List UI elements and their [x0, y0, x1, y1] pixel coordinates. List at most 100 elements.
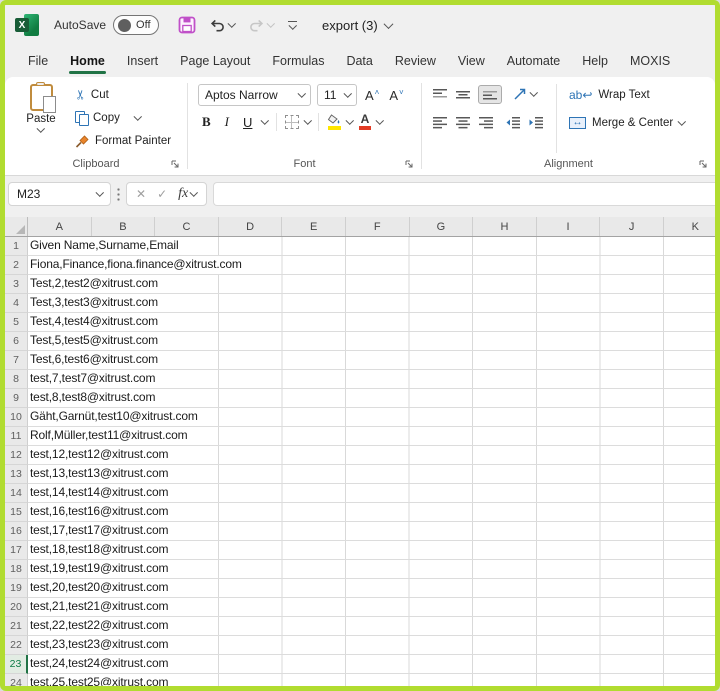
sheet-row-9[interactable]: 9test,8,test8@xitrust.com — [5, 389, 715, 408]
clipboard-dialog-launcher[interactable] — [170, 159, 180, 169]
font-dialog-launcher[interactable] — [404, 159, 414, 169]
tab-view[interactable]: View — [447, 45, 496, 77]
decrease-font-size-button[interactable]: A˅ — [387, 88, 405, 103]
column-header-e[interactable]: E — [282, 217, 346, 236]
row-cells[interactable]: test,20,test20@xitrust.com — [28, 579, 715, 598]
autosave-toggle[interactable]: Off — [113, 15, 159, 35]
tab-page-layout[interactable]: Page Layout — [169, 45, 261, 77]
tab-data[interactable]: Data — [335, 45, 383, 77]
row-cells[interactable]: test,19,test19@xitrust.com — [28, 560, 715, 579]
tab-home[interactable]: Home — [59, 45, 116, 77]
alignment-dialog-launcher[interactable] — [698, 159, 708, 169]
row-cells[interactable]: Gäht,Garnüt,test10@xitrust.com — [28, 408, 715, 427]
row-header-22[interactable]: 22 — [5, 636, 28, 655]
row-header-2[interactable]: 2 — [5, 256, 28, 275]
wrap-text-button[interactable]: ab↩ Wrap Text — [569, 85, 685, 105]
sheet-row-2[interactable]: 2Fiona,Finance,fiona.finance@xitrust.com — [5, 256, 715, 275]
sheet-row-14[interactable]: 14test,14,test14@xitrust.com — [5, 484, 715, 503]
orientation-button[interactable] — [513, 88, 537, 101]
increase-indent-icon[interactable] — [528, 116, 544, 129]
row-cells[interactable]: Test,2,test2@xitrust.com — [28, 275, 715, 294]
align-center-icon[interactable] — [455, 116, 471, 129]
row-header-23-highlighted[interactable]: 23 — [5, 655, 28, 674]
row-header-16[interactable]: 16 — [5, 522, 28, 541]
sheet-row-22[interactable]: 22test,23,test23@xitrust.com — [5, 636, 715, 655]
row-cells[interactable]: test,17,test17@xitrust.com — [28, 522, 715, 541]
cancel-icon[interactable]: ✕ — [136, 187, 146, 201]
formula-bar-grip[interactable] — [117, 187, 120, 201]
row-cells[interactable]: test,22,test22@xitrust.com — [28, 617, 715, 636]
row-cells[interactable]: Test,3,test3@xitrust.com — [28, 294, 715, 313]
sheet-row-1[interactable]: 1Given Name,Surname,Email — [5, 237, 715, 256]
bold-button[interactable]: B — [198, 114, 215, 130]
fill-color-button[interactable] — [327, 114, 341, 130]
row-header-8[interactable]: 8 — [5, 370, 28, 389]
row-header-13[interactable]: 13 — [5, 465, 28, 484]
row-cells[interactable]: test,21,test21@xitrust.com — [28, 598, 715, 617]
undo-chevron-icon[interactable] — [228, 20, 236, 28]
row-header-7[interactable]: 7 — [5, 351, 28, 370]
row-header-10[interactable]: 10 — [5, 408, 28, 427]
row-cells[interactable]: test,24,test24@xitrust.com — [28, 655, 715, 674]
row-header-14[interactable]: 14 — [5, 484, 28, 503]
cut-button[interactable]: ✂ Cut — [75, 85, 171, 104]
column-header-c[interactable]: C — [155, 217, 219, 236]
row-header-3[interactable]: 3 — [5, 275, 28, 294]
sheet-row-13[interactable]: 13test,13,test13@xitrust.com — [5, 465, 715, 484]
underline-chevron-icon[interactable] — [261, 117, 269, 125]
enter-icon[interactable]: ✓ — [157, 187, 167, 201]
align-right-icon[interactable] — [478, 116, 494, 129]
document-title-button[interactable]: export (3) — [322, 18, 392, 33]
row-cells[interactable]: test,16,test16@xitrust.com — [28, 503, 715, 522]
column-header-i[interactable]: I — [537, 217, 601, 236]
undo-button[interactable] — [209, 17, 235, 33]
quick-access-overflow-button[interactable] — [288, 21, 297, 30]
row-header-12[interactable]: 12 — [5, 446, 28, 465]
row-header-17[interactable]: 17 — [5, 541, 28, 560]
select-all-corner[interactable] — [5, 217, 28, 236]
borders-chevron-icon[interactable] — [304, 117, 312, 125]
sheet-row-21[interactable]: 21test,22,test22@xitrust.com — [5, 617, 715, 636]
row-header-4[interactable]: 4 — [5, 294, 28, 313]
sheet-row-15[interactable]: 15test,16,test16@xitrust.com — [5, 503, 715, 522]
align-left-icon[interactable] — [432, 116, 448, 129]
italic-button[interactable]: I — [221, 114, 233, 130]
row-header-9[interactable]: 9 — [5, 389, 28, 408]
column-header-j[interactable]: J — [600, 217, 664, 236]
sheet-row-19[interactable]: 19test,20,test20@xitrust.com — [5, 579, 715, 598]
column-header-f[interactable]: F — [346, 217, 410, 236]
row-header-20[interactable]: 20 — [5, 598, 28, 617]
row-header-19[interactable]: 19 — [5, 579, 28, 598]
insert-function-button[interactable]: fx — [178, 186, 197, 202]
row-cells[interactable]: test,7,test7@xitrust.com — [28, 370, 715, 389]
merge-center-button[interactable]: ↔ Merge & Center — [569, 113, 685, 133]
row-cells[interactable]: Test,5,test5@xitrust.com — [28, 332, 715, 351]
row-cells[interactable]: test,8,test8@xitrust.com — [28, 389, 715, 408]
column-header-d[interactable]: D — [219, 217, 283, 236]
sheet-row-16[interactable]: 16test,17,test17@xitrust.com — [5, 522, 715, 541]
row-cells[interactable]: Rolf,Müller,test11@xitrust.com — [28, 427, 715, 446]
row-header-5[interactable]: 5 — [5, 313, 28, 332]
row-header-1[interactable]: 1 — [5, 237, 28, 256]
row-cells[interactable]: Fiona,Finance,fiona.finance@xitrust.com — [28, 256, 715, 275]
align-middle-icon[interactable] — [455, 88, 471, 101]
sheet-row-12[interactable]: 12test,12,test12@xitrust.com — [5, 446, 715, 465]
column-header-k[interactable]: K — [664, 217, 715, 236]
tab-help[interactable]: Help — [571, 45, 619, 77]
sheet-row-5[interactable]: 5Test,4,test4@xitrust.com — [5, 313, 715, 332]
row-cells[interactable]: test,25,test25@xitrust.com — [28, 674, 715, 686]
row-header-11[interactable]: 11 — [5, 427, 28, 446]
row-cells[interactable]: test,13,test13@xitrust.com — [28, 465, 715, 484]
copy-button[interactable]: Copy — [75, 108, 171, 127]
row-cells[interactable]: Test,4,test4@xitrust.com — [28, 313, 715, 332]
sheet-row-18[interactable]: 18test,19,test19@xitrust.com — [5, 560, 715, 579]
font-name-select[interactable]: Aptos Narrow — [198, 84, 311, 106]
row-cells[interactable]: Test,6,test6@xitrust.com — [28, 351, 715, 370]
save-button[interactable] — [178, 16, 196, 34]
sheet-row-4[interactable]: 4Test,3,test3@xitrust.com — [5, 294, 715, 313]
tab-file[interactable]: File — [17, 45, 59, 77]
column-header-b[interactable]: B — [92, 217, 156, 236]
fill-color-chevron-icon[interactable] — [346, 117, 354, 125]
row-header-6[interactable]: 6 — [5, 332, 28, 351]
row-cells[interactable]: test,12,test12@xitrust.com — [28, 446, 715, 465]
